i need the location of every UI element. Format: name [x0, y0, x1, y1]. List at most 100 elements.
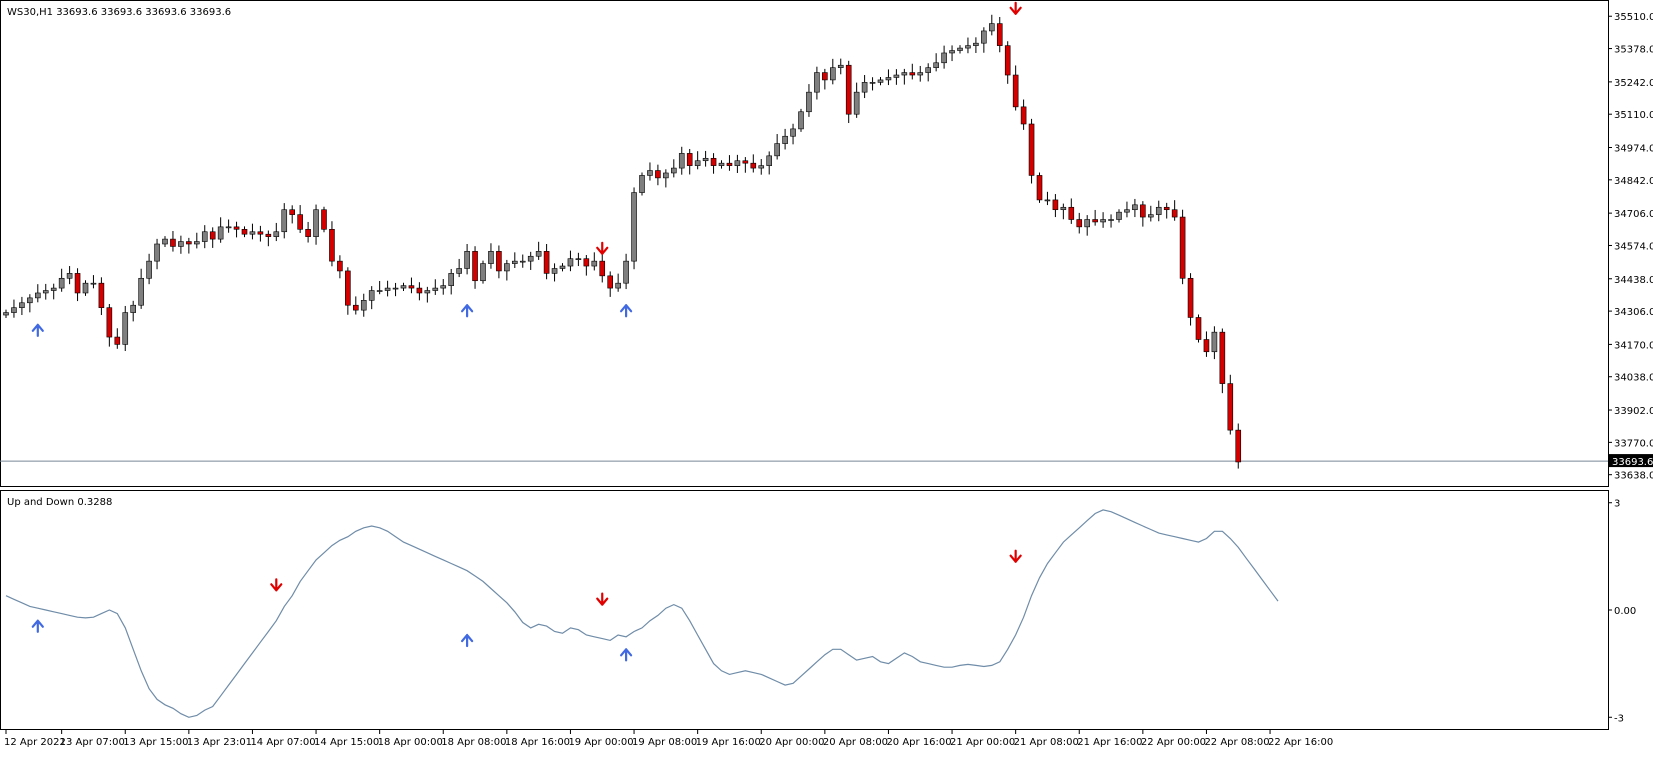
bull-candle [201, 231, 208, 242]
bull-candle [837, 64, 844, 68]
bear-candle [329, 229, 335, 262]
bear-candle [909, 72, 916, 76]
bear-candle [845, 64, 852, 115]
bull-candle [1124, 209, 1130, 213]
bull-candle [122, 312, 129, 345]
y-tick-label: 34974.0 [1614, 144, 1653, 155]
bear-candle [297, 214, 303, 230]
indicator-pane-frame [0, 490, 1609, 730]
bull-candle [1211, 331, 1218, 353]
bull-candle [551, 268, 558, 274]
bear-candle [1235, 429, 1242, 463]
bear-candle [305, 229, 311, 237]
bull-candle [480, 263, 486, 282]
x-tick-label: 19 Apr 08:00 [632, 737, 697, 748]
bull-candle [432, 287, 439, 291]
bear-candle [996, 23, 1003, 46]
y-tick-label: 34842.0 [1614, 176, 1653, 187]
bull-candle [527, 255, 534, 262]
bull-candle [488, 251, 494, 264]
bear-candle [408, 285, 415, 289]
bull-candle [519, 260, 526, 263]
bull-candle [464, 251, 470, 269]
bear-candle [1052, 199, 1059, 211]
bear-candle [1195, 317, 1202, 340]
bull-candle [877, 79, 884, 83]
indicator-y-tick-label: 0.00 [1614, 606, 1636, 617]
bull-candle [313, 209, 319, 237]
bull-candle [814, 72, 820, 93]
bull-candle [734, 160, 741, 166]
bear-candle [1171, 209, 1178, 218]
bull-candle [66, 273, 73, 279]
bull-candle [806, 91, 812, 113]
indicator-y-tick-label: -3 [1614, 713, 1624, 724]
x-tick-label: 13 Apr 15:00 [123, 737, 188, 748]
x-tick-label: 21 Apr 00:00 [950, 737, 1015, 748]
bull-candle [829, 67, 836, 81]
bear-candle [1004, 45, 1011, 76]
indicator-pane-label: Up and Down 0.3288 [7, 497, 112, 508]
bull-candle [925, 67, 932, 73]
bear-candle [686, 153, 693, 166]
bear-candle [1187, 277, 1194, 318]
bull-candle [941, 52, 947, 64]
bear-candle [1020, 106, 1027, 125]
x-tick-label: 19 Apr 00:00 [568, 737, 633, 748]
bear-candle [726, 162, 733, 166]
bull-candle [146, 260, 152, 279]
bull-candle [790, 128, 796, 137]
bear-candle [1028, 123, 1035, 176]
bull-candle [42, 290, 49, 294]
bull-candle [504, 263, 510, 272]
bull-candle [281, 209, 288, 233]
y-tick-label: 34706.0 [1614, 209, 1653, 220]
bull-candle [893, 74, 900, 78]
bull-candle [631, 192, 637, 262]
bull-candle [225, 226, 232, 229]
x-tick-label: 20 Apr 16:00 [886, 737, 951, 748]
x-tick-label: 22 Apr 08:00 [1204, 737, 1269, 748]
y-tick-label: 34306.0 [1614, 307, 1653, 318]
bull-candle [981, 30, 987, 44]
bull-candle [615, 282, 621, 289]
bear-candle [1092, 219, 1098, 223]
bear-candle [114, 336, 121, 345]
bear-candle [750, 162, 757, 169]
bear-candle [1012, 74, 1019, 108]
bull-candle [670, 167, 677, 174]
x-tick-label: 13 Apr 07:00 [60, 737, 125, 748]
bull-candle [933, 62, 939, 68]
bull-candle [456, 268, 462, 274]
bear-candle [74, 273, 81, 294]
bull-candle [1060, 206, 1067, 211]
bull-candle [249, 231, 256, 235]
x-tick-label: 18 Apr 08:00 [441, 737, 506, 748]
bear-candle [352, 304, 359, 311]
bull-candle [392, 287, 399, 290]
bear-candle [1076, 219, 1083, 228]
bull-candle [623, 260, 629, 284]
x-tick-label: 22 Apr 16:00 [1268, 737, 1333, 748]
bull-candle [917, 72, 924, 76]
bull-candle [567, 258, 574, 267]
bull-candle [861, 82, 868, 93]
bull-candle [1148, 214, 1154, 218]
bull-candle [19, 302, 25, 308]
bull-candle [11, 307, 17, 313]
bear-candle [233, 226, 240, 230]
bull-candle [591, 260, 598, 267]
bear-candle [170, 238, 176, 247]
bull-candle [511, 260, 518, 264]
bull-candle [869, 82, 876, 84]
bear-candle [472, 251, 478, 282]
trading-chart-window: 35510.0 35378.0 35242.0 35110.0 34974.0 34842… [0, 0, 1653, 752]
x-tick-label: 20 Apr 08:00 [823, 737, 888, 748]
bull-candle [885, 77, 892, 81]
x-tick-label: 12 Apr 2022 [4, 737, 66, 748]
bull-candle [639, 175, 645, 193]
bull-candle [798, 111, 804, 130]
bull-candle [702, 157, 709, 162]
chart-svg[interactable]: 35510.0 35378.0 35242.0 35110.0 34974.0 34842… [0, 0, 1653, 752]
bull-candle [1100, 219, 1106, 223]
